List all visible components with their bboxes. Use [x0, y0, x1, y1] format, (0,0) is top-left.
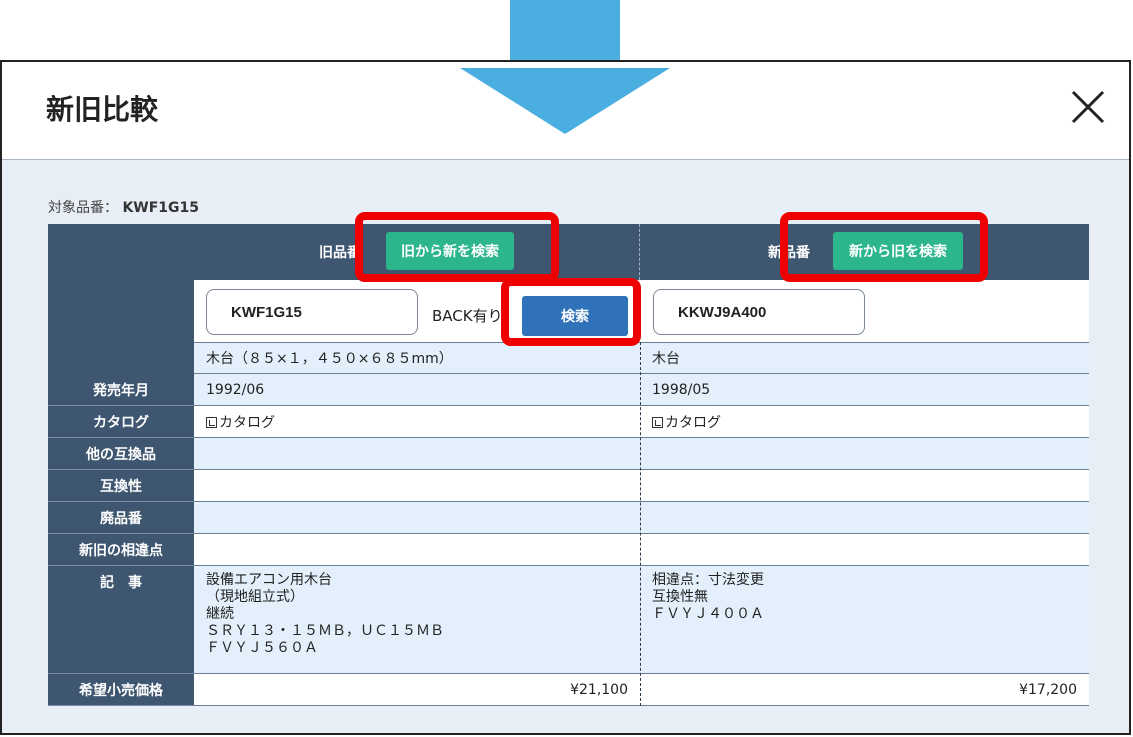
old-catalog-link[interactable]: カタログ — [206, 412, 275, 432]
new-article-line: 相違点：寸法変更 — [652, 572, 764, 588]
old-differences — [194, 534, 640, 566]
target-value: KWF1G15 — [122, 200, 200, 216]
old-article-line: 継続 — [206, 606, 234, 622]
differences-label: 新旧の相違点 — [48, 534, 194, 566]
old-article-line: （現地組立式） — [206, 589, 304, 605]
new-product-input[interactable]: KKWJ9A400 — [653, 289, 865, 335]
new-differences — [640, 534, 1089, 566]
old-catalog-text: カタログ — [219, 414, 275, 431]
back-label: BACK有り — [432, 307, 503, 325]
old-catalog-cell: カタログ — [194, 406, 640, 438]
old-product-input[interactable]: KWF1G15 — [206, 289, 418, 335]
close-icon — [1071, 90, 1105, 124]
new-description: 木台 — [640, 342, 1089, 374]
new-release: 1998/05 — [640, 374, 1089, 406]
target-product: 対象品番： KWF1G15 — [48, 197, 199, 217]
new-article: 相違点：寸法変更 互換性無 ＦＶＹＪ４００Ａ — [640, 566, 1089, 674]
new-compatibility — [640, 470, 1089, 502]
catalog-label: カタログ — [48, 406, 194, 438]
label-column-header — [48, 224, 194, 374]
release-label: 発売年月 — [48, 374, 194, 406]
new-catalog-cell: カタログ — [640, 406, 1089, 438]
old-price: ¥21,100 — [194, 674, 640, 706]
comparison-dialog: 新旧比較 対象品番： KWF1G15 旧品番 旧から新を検索 新品番 新から旧を… — [0, 60, 1131, 735]
pdf-icon — [206, 416, 217, 428]
discontinued-label: 廃品番 — [48, 502, 194, 534]
old-article-line: 設備エアコン用木台 — [206, 572, 332, 588]
old-description: 木台（８５×１，４５０×６８５mm） — [194, 342, 640, 374]
down-arrow-graphic — [460, 68, 670, 134]
new-price: ¥17,200 — [640, 674, 1089, 706]
article-label: 記 事 — [48, 566, 194, 674]
compatibility-label: 互換性 — [48, 470, 194, 502]
highlight-box-new-to-old — [780, 212, 988, 282]
new-article-line: 互換性無 — [652, 589, 708, 605]
old-release: 1992/06 — [194, 374, 640, 406]
old-compatibility — [194, 470, 640, 502]
dialog-title: 新旧比較 — [46, 93, 159, 126]
new-catalog-link[interactable]: カタログ — [652, 412, 721, 432]
old-article: 設備エアコン用木台 （現地組立式） 継続 ＳＲＹ１３・１５ＭＢ，ＵＣ１５ＭＢ Ｆ… — [194, 566, 640, 674]
old-article-line: ＳＲＹ１３・１５ＭＢ，ＵＣ１５ＭＢ — [206, 623, 444, 639]
new-discontinued — [640, 502, 1089, 534]
highlight-box-search — [501, 278, 641, 346]
price-label: 希望小売価格 — [48, 674, 194, 706]
pdf-icon — [652, 416, 663, 428]
highlight-box-old-to-new — [355, 212, 559, 282]
new-article-line: ＦＶＹＪ４００Ａ — [652, 606, 764, 622]
old-article-line: ＦＶＹＪ５６０Ａ — [206, 640, 318, 656]
column-divider — [640, 342, 641, 706]
new-catalog-text: カタログ — [665, 414, 721, 431]
target-label: 対象品番： — [48, 200, 118, 216]
other-compatible-label: 他の互換品 — [48, 438, 194, 470]
new-other-compatible — [640, 438, 1089, 470]
old-other-compatible — [194, 438, 640, 470]
old-discontinued — [194, 502, 640, 534]
close-button[interactable] — [1065, 84, 1111, 130]
